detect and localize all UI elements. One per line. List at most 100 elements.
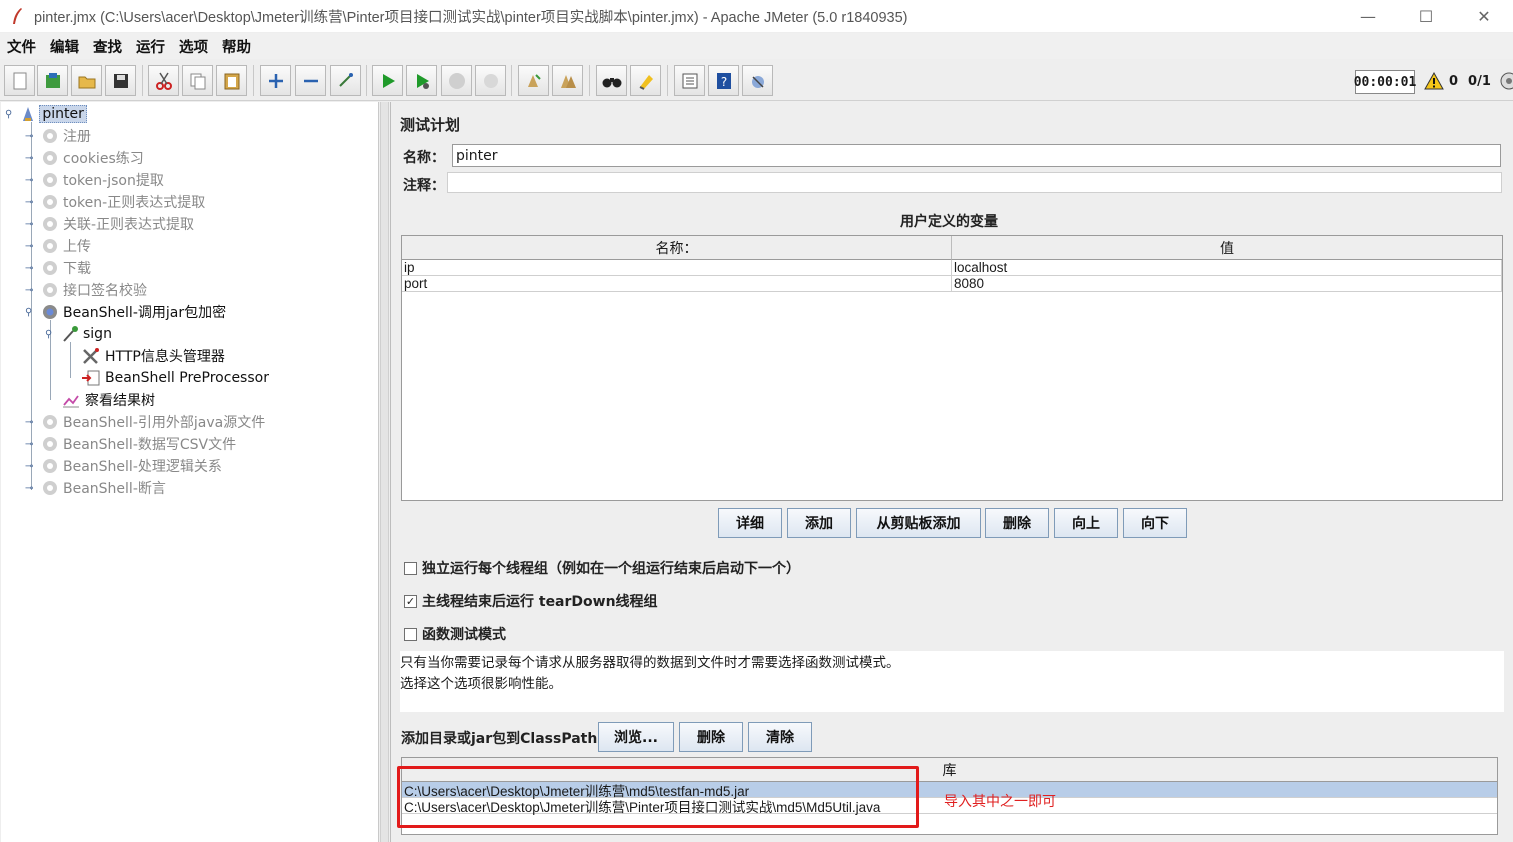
collapse-toggle-icon[interactable]: ⊸	[25, 175, 41, 186]
tree-item-http-header[interactable]: HTTP信息头管理器	[81, 345, 225, 367]
collapse-toggle-icon[interactable]: ⊸	[25, 439, 41, 450]
tree-label: sign	[83, 326, 112, 342]
tree-item-token-json[interactable]: ⊸ token-json提取	[25, 169, 164, 191]
templates-icon[interactable]	[37, 65, 68, 96]
collapse-toggle-icon[interactable]: ⊸	[25, 483, 41, 494]
collapse-toggle-icon[interactable]: ⊸	[25, 219, 41, 230]
thread-group-gear-icon	[43, 129, 57, 143]
tree-item-beanshell-java-source[interactable]: ⊸ BeanShell-引用外部java源文件	[25, 411, 265, 433]
serialize-thread-groups-option[interactable]: 独立运行每个线程组（例如在一个组运行结束后启动下一个）	[404, 558, 800, 578]
tree-item-correlation-regex[interactable]: ⊸ 关联-正则表达式提取	[25, 213, 194, 235]
search-binoculars-icon[interactable]	[596, 65, 627, 96]
classpath-clear-button[interactable]: 清除	[748, 722, 812, 752]
move-up-button[interactable]: 向上	[1054, 508, 1118, 538]
browse-button[interactable]: 浏览...	[598, 722, 674, 752]
open-icon[interactable]	[71, 65, 102, 96]
minimize-button[interactable]: —	[1339, 0, 1397, 32]
tree-item-token-regex[interactable]: ⊸ token-正则表达式提取	[25, 191, 205, 213]
name-input[interactable]: pinter	[452, 144, 1501, 167]
thread-group-gear-icon	[43, 459, 57, 473]
column-header-name[interactable]: 名称：	[402, 236, 952, 260]
delete-button[interactable]: 删除	[985, 508, 1049, 538]
annotation-text: 导入其中之一即可	[944, 794, 1056, 810]
function-helper-icon[interactable]	[674, 65, 705, 96]
expand-toggle-icon[interactable]: ⚲	[45, 329, 61, 340]
copy-icon[interactable]	[182, 65, 213, 96]
expand-all-icon[interactable]	[260, 65, 291, 96]
tree-item-pinter[interactable]: ⚲ pinter	[5, 103, 87, 125]
comment-label: 注释：	[403, 178, 445, 194]
remote-icon[interactable]	[742, 65, 773, 96]
option-label: 函数测试模式	[422, 627, 506, 643]
move-down-button[interactable]: 向下	[1123, 508, 1187, 538]
variable-name-cell[interactable]: port	[402, 276, 952, 292]
collapse-toggle-icon[interactable]: ⊸	[25, 153, 41, 164]
panel-splitter[interactable]	[380, 102, 389, 842]
column-header-value[interactable]: 值	[952, 236, 1502, 260]
maximize-button[interactable]: ☐	[1397, 0, 1455, 32]
tree-item-cookies[interactable]: ⊸ cookies练习	[25, 147, 144, 169]
paste-icon[interactable]	[216, 65, 247, 96]
tree-item-beanshell-assertion[interactable]: ⊸ BeanShell-断言	[25, 477, 166, 499]
tree-label: cookies练习	[63, 151, 144, 167]
tree-item-upload[interactable]: ⊸ 上传	[25, 235, 91, 257]
tree-label: 下载	[63, 261, 91, 277]
collapse-toggle-icon[interactable]: ⊸	[25, 417, 41, 428]
collapse-toggle-icon[interactable]: ⊸	[25, 241, 41, 252]
collapse-toggle-icon[interactable]: ⊸	[25, 285, 41, 296]
clear-status-icon[interactable]	[1499, 71, 1513, 91]
comment-input[interactable]	[447, 172, 1502, 193]
tree-item-signature-check[interactable]: ⊸ 接口签名校验	[25, 279, 147, 301]
classpath-delete-button[interactable]: 删除	[679, 722, 743, 752]
thread-group-gear-icon	[43, 283, 57, 297]
collapse-all-icon[interactable]	[295, 65, 326, 96]
detail-button[interactable]: 详细	[718, 508, 782, 538]
warning-icon[interactable]	[1424, 72, 1444, 90]
variable-value-cell[interactable]: localhost	[952, 260, 1502, 276]
new-icon[interactable]	[4, 65, 35, 96]
add-from-clipboard-button[interactable]: 从剪贴板添加	[856, 508, 981, 538]
elapsed-time: 00:00:01	[1354, 70, 1416, 94]
help-icon[interactable]: ?	[708, 65, 739, 96]
tree-item-sign[interactable]: ⚲ sign	[45, 323, 112, 345]
tree-item-beanshell-logic[interactable]: ⊸ BeanShell-处理逻辑关系	[25, 455, 222, 477]
close-button[interactable]: ✕	[1455, 0, 1513, 32]
shutdown-icon[interactable]	[475, 65, 506, 96]
stop-icon[interactable]	[441, 65, 472, 96]
clear-all-icon[interactable]	[552, 65, 583, 96]
tree-item-register[interactable]: ⊸ 注册	[25, 125, 91, 147]
collapse-toggle-icon[interactable]: ⊸	[25, 131, 41, 142]
start-no-pause-icon[interactable]	[406, 65, 437, 96]
menu-options[interactable]: 选项	[179, 36, 208, 57]
menu-file[interactable]: 文件	[7, 36, 36, 57]
functional-test-mode-option[interactable]: 函数测试模式	[404, 624, 506, 644]
reset-search-icon[interactable]	[630, 65, 661, 96]
collapse-toggle-icon[interactable]: ⊸	[25, 461, 41, 472]
variable-name-cell[interactable]: ip	[402, 260, 952, 276]
menu-help[interactable]: 帮助	[222, 36, 251, 57]
teardown-on-shutdown-option[interactable]: ✓ 主线程结束后运行 tearDown线程组	[404, 591, 658, 611]
tree-item-beanshell-preprocessor[interactable]: BeanShell PreProcessor	[81, 367, 269, 389]
add-button[interactable]: 添加	[787, 508, 851, 538]
tree-item-beanshell-csv[interactable]: ⊸ BeanShell-数据写CSV文件	[25, 433, 236, 455]
toggle-icon[interactable]	[330, 65, 361, 96]
menu-edit[interactable]: 编辑	[50, 36, 79, 57]
variable-value-cell[interactable]: 8080	[952, 276, 1502, 292]
collapse-toggle-icon[interactable]: ⊸	[25, 197, 41, 208]
clear-icon[interactable]	[518, 65, 549, 96]
cut-icon[interactable]	[148, 65, 179, 96]
collapse-toggle-icon[interactable]: ⊸	[25, 263, 41, 274]
checkbox-checked[interactable]: ✓	[404, 594, 417, 608]
thread-group-gear-icon	[43, 195, 57, 209]
checkbox-unchecked[interactable]	[404, 561, 417, 575]
menu-run[interactable]: 运行	[136, 36, 165, 57]
menu-search[interactable]: 查找	[93, 36, 122, 57]
tree-item-result-tree[interactable]: 察看结果树	[61, 389, 155, 411]
start-icon[interactable]	[372, 65, 403, 96]
tree-item-beanshell-jar[interactable]: ⚲ BeanShell-调用jar包加密	[25, 301, 226, 323]
save-icon[interactable]	[105, 65, 136, 96]
tree-item-download[interactable]: ⊸ 下载	[25, 257, 91, 279]
checkbox-unchecked[interactable]	[404, 627, 417, 641]
expand-toggle-icon[interactable]: ⚲	[25, 307, 41, 318]
expand-toggle-icon[interactable]: ⚲	[5, 109, 12, 120]
